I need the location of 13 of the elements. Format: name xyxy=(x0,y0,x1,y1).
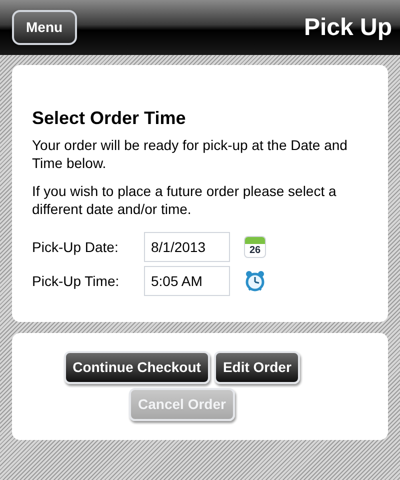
action-button[interactable]: Edit Order xyxy=(214,351,300,384)
alarm-clock-icon[interactable] xyxy=(244,270,266,292)
calendar-icon[interactable]: 26 xyxy=(244,236,266,258)
instruction-text: If you wish to place a future order please select a different date and/or time. xyxy=(32,182,338,218)
menu-button[interactable]: Menu xyxy=(12,10,77,45)
section-heading: Select Order Time xyxy=(32,107,187,130)
field-label: Pick-Up Date: xyxy=(32,238,120,257)
instruction-text: Your order will be ready for pick-up at the Date and Time below. xyxy=(32,136,348,172)
field-label: Pick-Up Time: xyxy=(32,272,120,291)
page-title: Pick Up xyxy=(304,12,392,42)
date-time-field[interactable]: 8/1/2013 xyxy=(144,232,230,262)
date-time-field[interactable]: 5:05 AM xyxy=(144,266,230,296)
action-button[interactable]: Continue Checkout xyxy=(64,351,210,384)
